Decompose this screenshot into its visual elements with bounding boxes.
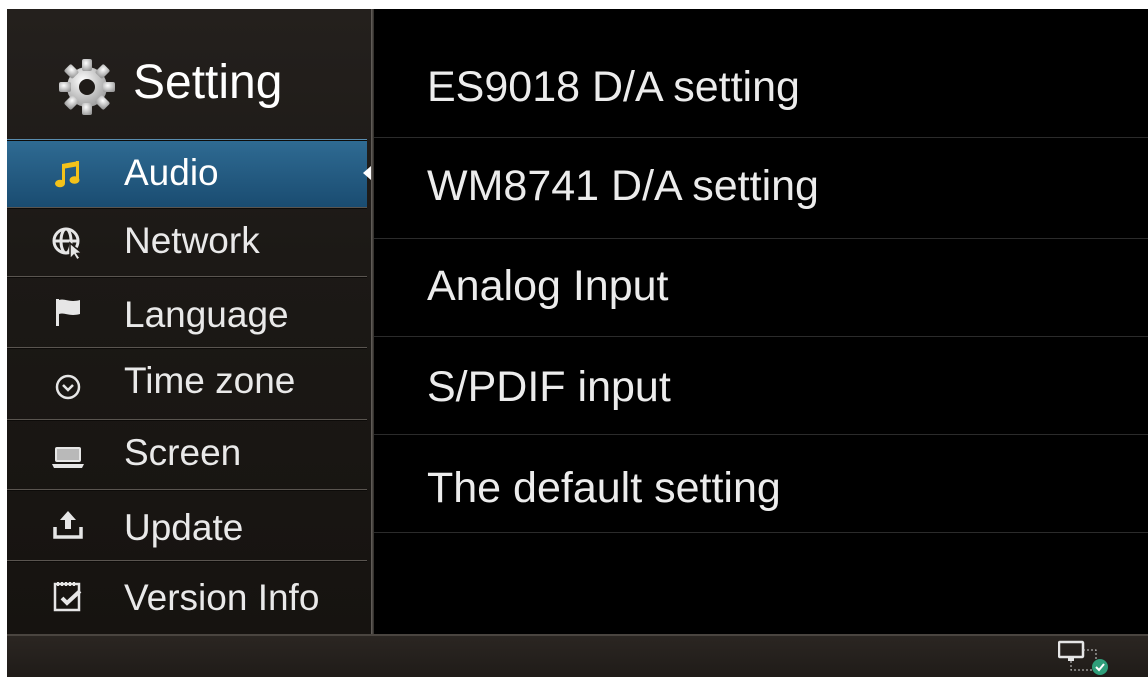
sidebar-item-label: Update bbox=[124, 507, 244, 548]
sidebar-item-label: Time zone bbox=[124, 360, 296, 401]
sidebar-item-update[interactable]: Update bbox=[7, 489, 367, 557]
list-item-label: ES9018 D/A setting bbox=[427, 63, 800, 111]
list-item-label: S/PDIF input bbox=[427, 363, 671, 411]
sidebar-item-label: Audio bbox=[124, 152, 219, 193]
list-item-default-setting[interactable]: The default setting bbox=[374, 434, 1148, 533]
gear-icon bbox=[59, 59, 115, 115]
network-connected-icon bbox=[1058, 640, 1108, 675]
audio-settings-list: ES9018 D/A setting WM8741 D/A setting An… bbox=[374, 9, 1148, 634]
page-title: Setting bbox=[133, 56, 283, 109]
list-item-analog-input[interactable]: Analog Input bbox=[374, 238, 1148, 337]
sidebar-item-screen[interactable]: Screen bbox=[7, 419, 367, 487]
sidebar: Setting Audio Network Language Time zone… bbox=[7, 9, 371, 634]
sidebar-item-label: Network bbox=[124, 220, 260, 261]
list-item-wm8741[interactable]: WM8741 D/A setting bbox=[374, 140, 1148, 239]
settings-screen: Setting Audio Network Language Time zone… bbox=[7, 9, 1148, 677]
sidebar-item-audio[interactable]: Audio bbox=[7, 139, 371, 207]
list-item-label: WM8741 D/A setting bbox=[427, 162, 819, 210]
status-bar bbox=[7, 634, 1148, 677]
globe-cursor-icon bbox=[52, 227, 84, 260]
clock-icon bbox=[55, 374, 81, 400]
sidebar-item-language[interactable]: Language bbox=[7, 276, 367, 344]
sidebar-item-time-zone[interactable]: Time zone bbox=[7, 347, 367, 415]
sidebar-header: Setting bbox=[7, 9, 371, 139]
laptop-icon bbox=[52, 447, 84, 468]
list-item-label: The default setting bbox=[427, 464, 781, 512]
sidebar-item-label: Version Info bbox=[124, 577, 320, 618]
sidebar-item-version-info[interactable]: Version Info bbox=[7, 560, 367, 628]
notepad-check-icon bbox=[53, 582, 82, 612]
sidebar-item-label: Screen bbox=[124, 432, 242, 473]
music-note-icon bbox=[55, 161, 80, 188]
sidebar-item-network[interactable]: Network bbox=[7, 207, 367, 275]
upload-icon bbox=[53, 511, 83, 539]
sidebar-item-label: Language bbox=[124, 294, 289, 335]
list-item-es9018[interactable]: ES9018 D/A setting bbox=[374, 39, 1148, 138]
list-item-spdif-input[interactable]: S/PDIF input bbox=[374, 336, 1148, 435]
list-item-label: Analog Input bbox=[427, 262, 669, 310]
flag-icon bbox=[56, 299, 80, 326]
